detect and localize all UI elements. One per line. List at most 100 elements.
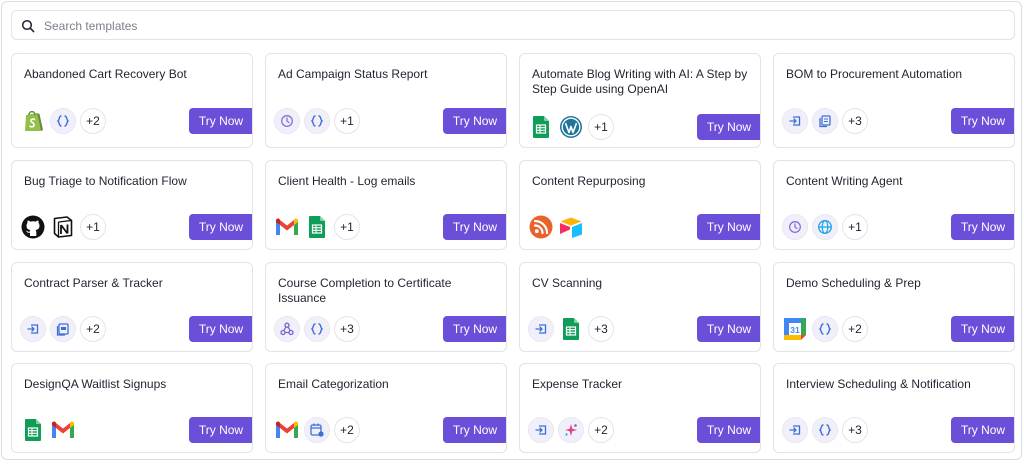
google-sheets-icon	[558, 316, 584, 342]
try-now-button[interactable]: Try Now	[951, 417, 1014, 443]
code-block-icon	[50, 108, 76, 134]
template-title: Automate Blog Writing with AI: A Step by…	[532, 67, 748, 96]
template-card[interactable]: Ad Campaign Status Report +1 Try Now	[265, 53, 507, 148]
try-now-button[interactable]: Try Now	[697, 214, 760, 240]
more-apps-count: +2	[334, 417, 360, 443]
try-now-button[interactable]: Try Now	[951, 108, 1014, 134]
globe-icon	[812, 214, 838, 240]
more-apps-count: +1	[842, 214, 868, 240]
input-box-icon	[782, 108, 808, 134]
input-box-icon	[528, 417, 554, 443]
template-app-list: +2	[274, 417, 360, 443]
try-now-button[interactable]: Try Now	[697, 114, 760, 140]
code-block-icon	[304, 108, 330, 134]
template-title: Ad Campaign Status Report	[278, 67, 428, 81]
try-now-button[interactable]: Try Now	[443, 214, 506, 240]
try-now-button[interactable]: Try Now	[443, 417, 506, 443]
template-title: CV Scanning	[532, 276, 603, 290]
input-box-icon	[782, 417, 808, 443]
more-apps-count: +2	[80, 108, 106, 134]
template-app-list: +1	[274, 214, 360, 240]
template-card[interactable]: Content Repurposing Try Now	[519, 160, 761, 250]
gmail-icon	[274, 214, 300, 240]
gmail-icon	[50, 417, 76, 443]
template-title: Client Health - Log emails	[278, 174, 416, 188]
more-apps-count: +2	[842, 316, 868, 342]
google-sheets-icon	[20, 417, 46, 443]
input-box-icon	[20, 316, 46, 342]
template-app-list: +1	[20, 214, 106, 240]
wordpress-icon	[558, 114, 584, 140]
template-app-list: +1	[528, 114, 614, 140]
template-card[interactable]: BOM to Procurement Automation +3 Try Now	[773, 53, 1015, 148]
more-apps-count: +1	[334, 108, 360, 134]
clock-icon	[782, 214, 808, 240]
rss-icon	[528, 214, 554, 240]
try-now-button[interactable]: Try Now	[951, 316, 1014, 342]
template-card[interactable]: Abandoned Cart Recovery Bot +2 Try Now	[11, 53, 253, 148]
more-apps-count: +1	[80, 214, 106, 240]
search-icon	[21, 19, 35, 33]
code-block-icon	[812, 316, 838, 342]
more-apps-count: +3	[334, 316, 360, 342]
more-apps-count: +3	[842, 108, 868, 134]
template-title: Bug Triage to Notification Flow	[24, 174, 187, 188]
template-card[interactable]: Content Writing Agent +1 Try Now	[773, 160, 1015, 250]
template-card[interactable]: Automate Blog Writing with AI: A Step by…	[519, 53, 761, 148]
template-title: Content Repurposing	[532, 174, 646, 188]
template-app-list: +3	[782, 417, 868, 443]
more-apps-count: +2	[80, 316, 106, 342]
template-app-list: +1	[782, 214, 868, 240]
template-title: Expense Tracker	[532, 377, 623, 391]
github-icon	[20, 214, 46, 240]
try-now-button[interactable]: Try Now	[189, 214, 252, 240]
shopify-icon	[20, 108, 46, 134]
more-apps-count: +3	[842, 417, 868, 443]
more-apps-count: +1	[588, 114, 614, 140]
try-now-button[interactable]: Try Now	[189, 316, 252, 342]
input-box-icon	[528, 316, 554, 342]
template-card[interactable]: Interview Scheduling & Notification +3 Try…	[773, 363, 1015, 453]
template-app-list: +2	[20, 316, 106, 342]
template-app-list	[20, 417, 76, 443]
try-now-button[interactable]: Try Now	[443, 108, 506, 134]
template-card[interactable]: DesignQA Waitlist Signups Try Now	[11, 363, 253, 453]
template-card[interactable]: Contract Parser & Tracker +2 Try Now	[11, 262, 253, 352]
template-grid: Abandoned Cart Recovery Bot +2 Try Now Ad C…	[11, 53, 1015, 453]
template-card[interactable]: Expense Tracker +2 Try Now	[519, 363, 761, 453]
notion-icon	[50, 214, 76, 240]
svg-text:31: 31	[790, 325, 800, 335]
calendar-gear-icon	[304, 417, 330, 443]
ai-sparkle-icon	[558, 417, 584, 443]
template-card[interactable]: Demo Scheduling & Prep 31 +2 Try Now	[773, 262, 1015, 352]
try-now-button[interactable]: Try Now	[697, 316, 760, 342]
google-sheets-icon	[528, 114, 554, 140]
template-card[interactable]: Email Categorization +2 Try Now	[265, 363, 507, 453]
try-now-button[interactable]: Try Now	[697, 417, 760, 443]
search-bar[interactable]	[11, 10, 1015, 40]
template-title: Abandoned Cart Recovery Bot	[24, 67, 187, 81]
try-now-button[interactable]: Try Now	[189, 108, 252, 134]
template-card[interactable]: CV Scanning +3 Try Now	[519, 262, 761, 352]
try-now-button[interactable]: Try Now	[443, 316, 506, 342]
template-card[interactable]: Client Health - Log emails +1 Try Now	[265, 160, 507, 250]
document-icon	[812, 108, 838, 134]
more-apps-count: +3	[588, 316, 614, 342]
google-sheets-icon	[304, 214, 330, 240]
template-title: Contract Parser & Tracker	[24, 276, 163, 290]
more-apps-count: +1	[334, 214, 360, 240]
google-calendar-icon: 31	[782, 316, 808, 342]
template-card[interactable]: Course Completion to Certificate Issuanc…	[265, 262, 507, 352]
more-apps-count: +2	[588, 417, 614, 443]
code-block-icon	[304, 316, 330, 342]
template-app-list: +2	[20, 108, 106, 134]
try-now-button[interactable]: Try Now	[951, 214, 1014, 240]
template-card[interactable]: Bug Triage to Notification Flow +1 Try Now	[11, 160, 253, 250]
template-app-list: +3	[782, 108, 868, 134]
template-app-list: +3	[528, 316, 614, 342]
try-now-button[interactable]: Try Now	[189, 417, 252, 443]
code-block-icon	[812, 417, 838, 443]
search-input[interactable]	[44, 15, 1004, 37]
template-gallery: Abandoned Cart Recovery Bot+2Try NowAd C…	[1, 1, 1022, 460]
template-title: Email Categorization	[278, 377, 389, 391]
